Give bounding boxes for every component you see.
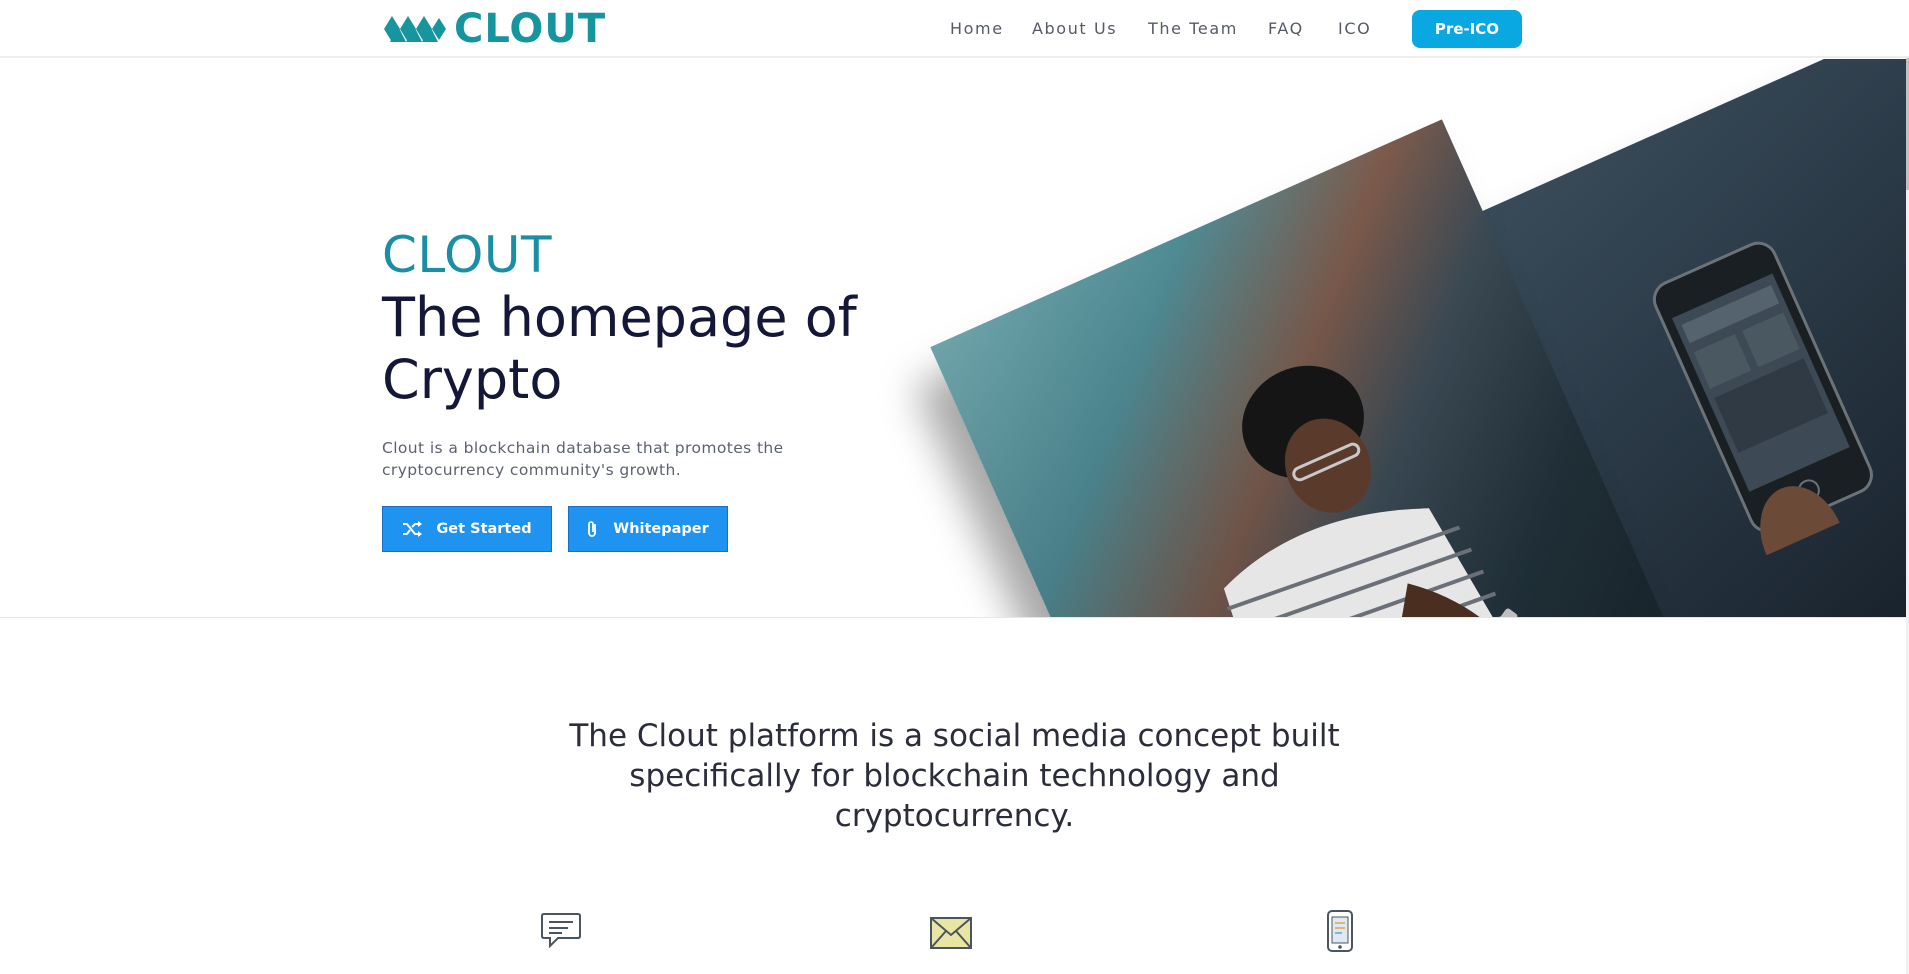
hero-brand-title: CLOUT [382, 226, 552, 284]
nav-home[interactable]: Home [950, 19, 1004, 38]
hero-title-line1: The homepage of [382, 286, 857, 349]
get-started-button[interactable]: Get Started [382, 506, 552, 552]
envelope-icon [930, 917, 972, 949]
paperclip-icon [587, 520, 599, 538]
hero-section: CLOUT The homepage of Crypto Clout is a … [0, 59, 1909, 618]
nav-about-us[interactable]: About Us [1032, 19, 1117, 38]
hero-subtitle: Clout is a blockchain database that prom… [382, 439, 784, 479]
person-illustration [1223, 365, 1521, 618]
shuffle-icon [402, 521, 423, 537]
whitepaper-button[interactable]: Whitepaper [568, 506, 728, 552]
mobile-phone-icon [1327, 910, 1353, 952]
hero-divider [0, 617, 1909, 618]
main-nav: Home About Us The Team FAQ ICO [0, 19, 1909, 39]
nav-ico[interactable]: ICO [1338, 19, 1371, 38]
intro-lead-text: The Clout platform is a social media con… [569, 718, 1340, 834]
site-header: CLOUT Home About Us The Team FAQ ICO Pre… [0, 0, 1909, 58]
hero-title-line2: Crypto [382, 348, 563, 411]
nav-faq[interactable]: FAQ [1268, 19, 1304, 38]
phone-in-hand-illustration [1652, 241, 1873, 564]
get-started-label: Get Started [436, 521, 532, 537]
whitepaper-label: Whitepaper [613, 521, 709, 537]
nav-the-team[interactable]: The Team [1148, 19, 1238, 38]
chat-bubble-icon [541, 913, 581, 949]
pre-ico-button[interactable]: Pre-ICO [1412, 10, 1522, 48]
